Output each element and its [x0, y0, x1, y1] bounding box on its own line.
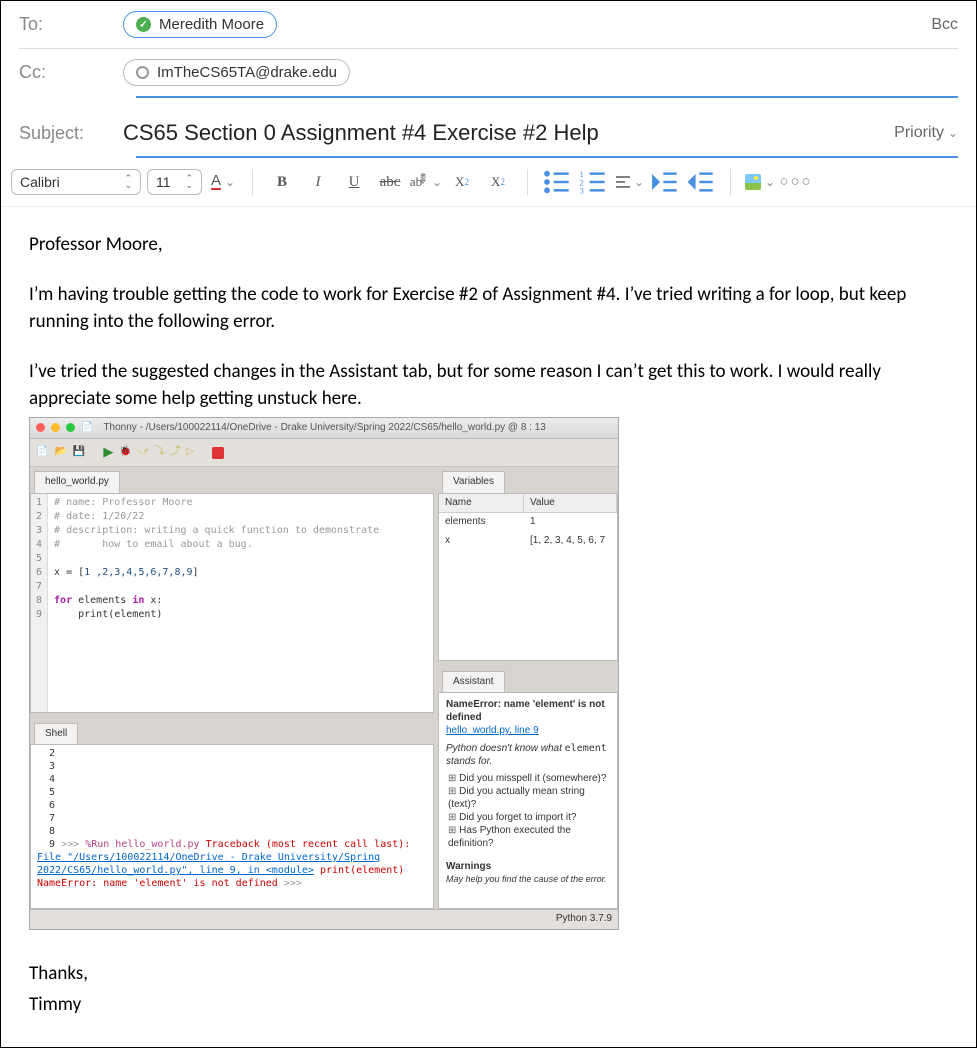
- editor-tab: hello_world.py: [34, 471, 120, 493]
- cc-row: Cc: ImTheCS65TA@drake.edu: [1, 49, 976, 96]
- format-toolbar: Calibri ⌃⌄ 11 ⌃⌄ A ⌄ B I U abc ab✎ ⌄ X2 …: [1, 158, 976, 207]
- vars-col-value: Value: [524, 494, 617, 513]
- thonny-status-bar: Python 3.7.9: [30, 909, 618, 929]
- strikethrough-button[interactable]: abc: [375, 168, 405, 196]
- traffic-close-icon: [36, 423, 45, 432]
- debug-icon: 🐞: [119, 445, 131, 460]
- bcc-button[interactable]: Bcc: [931, 16, 958, 34]
- traffic-min-icon: [51, 423, 60, 432]
- cc-content[interactable]: ImTheCS65TA@drake.edu: [123, 59, 958, 86]
- number-list-button[interactable]: 123: [578, 168, 608, 196]
- to-content[interactable]: Meredith Moore: [123, 11, 917, 38]
- chevron-down-icon: ⌄: [432, 175, 442, 190]
- thonny-title: Thonny - /Users/100022114/OneDrive - Dra…: [103, 421, 545, 436]
- variables-tab: Variables: [442, 471, 505, 493]
- chevron-down-icon: ⌄: [765, 175, 775, 190]
- chevron-down-icon: ⌄: [634, 175, 644, 190]
- greeting: Professor Moore,: [29, 231, 948, 259]
- stop-icon: [212, 447, 224, 459]
- variables-pane: Name Value elements1 x[1, 2, 3, 4, 5, 6,…: [438, 493, 618, 661]
- code-content: # name: Professor Moore # date: 1/20/22 …: [48, 494, 385, 712]
- subject-row: Subject: Priority ⌄: [1, 98, 976, 156]
- new-file-icon: 📄: [36, 445, 48, 460]
- thonny-toolbar: 📄 📂 💾 ▶ 🐞 ⤻ ⤵ ⤴ ▷: [30, 439, 618, 467]
- subscript-button[interactable]: X2: [483, 168, 513, 196]
- stepper-icon: ⌃⌄: [124, 175, 132, 189]
- align-button[interactable]: ⌄: [614, 168, 644, 196]
- cc-label: Cc:: [19, 62, 109, 83]
- italic-button[interactable]: I: [303, 168, 333, 196]
- step-over-icon: ⤻: [138, 445, 149, 460]
- code-editor: 123456789 # name: Professor Moore # date…: [30, 493, 434, 713]
- error-link: hello_world.py, line 9: [446, 725, 539, 736]
- signature: Timmy: [29, 991, 948, 1019]
- more-button[interactable]: ○○○: [781, 168, 811, 196]
- closing-thanks: Thanks,: [29, 960, 948, 988]
- cc-chip[interactable]: ImTheCS65TA@drake.edu: [123, 59, 350, 86]
- save-file-icon: 💾: [73, 445, 85, 460]
- to-label: To:: [19, 14, 109, 35]
- recipient-name: Meredith Moore: [159, 16, 264, 33]
- step-into-icon: ⤵: [155, 445, 165, 460]
- thonny-window: 📄 Thonny - /Users/100022114/OneDrive - D…: [29, 417, 619, 930]
- suggestion: Did you misspell it (somewhere)?: [448, 772, 610, 785]
- resume-icon: ▷: [187, 445, 195, 460]
- outdent-button[interactable]: [650, 168, 680, 196]
- presence-unknown-icon: [136, 66, 149, 79]
- vars-col-name: Name: [439, 494, 524, 513]
- var-row: x[1, 2, 3, 4, 5, 6, 7: [439, 532, 617, 551]
- suggestion: Did you actually mean string (text)?: [448, 785, 610, 811]
- cc-address: ImTheCS65TA@drake.edu: [157, 64, 337, 81]
- to-row: To: Meredith Moore Bcc: [1, 1, 976, 48]
- email-body[interactable]: Professor Moore, I’m having trouble gett…: [1, 207, 976, 1047]
- doc-icon: 📄: [81, 421, 93, 436]
- line-gutter: 123456789: [31, 494, 48, 712]
- indent-button[interactable]: [686, 168, 716, 196]
- suggestion: Has Python executed the definition?: [448, 824, 610, 850]
- separator: [252, 169, 253, 195]
- svg-text:3: 3: [580, 187, 584, 196]
- chevron-down-icon: ⌄: [948, 126, 958, 140]
- highlight-button[interactable]: ab✎ ⌄: [411, 168, 441, 196]
- var-row: elements1: [439, 513, 617, 532]
- chevron-down-icon: ⌄: [225, 175, 235, 189]
- separator: [730, 169, 731, 195]
- step-out-icon: ⤴: [171, 445, 181, 460]
- subject-label: Subject:: [19, 123, 109, 144]
- paragraph-2: I’ve tried the suggested changes in the …: [29, 358, 948, 413]
- subject-input[interactable]: [123, 116, 880, 150]
- recipient-chip[interactable]: Meredith Moore: [123, 11, 277, 38]
- bold-button[interactable]: B: [267, 168, 297, 196]
- bullet-list-button[interactable]: [542, 168, 572, 196]
- suggestion: Did you forget to import it?: [448, 811, 610, 824]
- underline-button[interactable]: U: [339, 168, 369, 196]
- priority-dropdown[interactable]: Priority ⌄: [894, 124, 958, 142]
- font-family-select[interactable]: Calibri ⌃⌄: [11, 169, 141, 195]
- presence-available-icon: [136, 17, 151, 32]
- image-icon: [745, 174, 761, 190]
- assistant-tab: Assistant: [442, 671, 505, 693]
- traffic-max-icon: [66, 423, 75, 432]
- paragraph-1: I’m having trouble getting the code to w…: [29, 281, 948, 336]
- run-icon: ▶: [103, 443, 113, 462]
- separator: [527, 169, 528, 195]
- font-color-button[interactable]: A ⌄: [208, 168, 238, 196]
- shell-tab: Shell: [34, 723, 78, 745]
- open-file-icon: 📂: [54, 445, 66, 460]
- thonny-titlebar: 📄 Thonny - /Users/100022114/OneDrive - D…: [30, 418, 618, 440]
- assistant-pane: NameError: name 'element' is not defined…: [438, 692, 618, 909]
- shell-pane: 2 3 4 5 6 7 8 9 >>> %Run hello_world.py …: [30, 744, 434, 909]
- insert-image-button[interactable]: ⌄: [745, 168, 775, 196]
- stepper-icon: ⌃⌄: [185, 175, 193, 189]
- superscript-button[interactable]: X2: [447, 168, 477, 196]
- font-size-select[interactable]: 11 ⌃⌄: [147, 169, 202, 195]
